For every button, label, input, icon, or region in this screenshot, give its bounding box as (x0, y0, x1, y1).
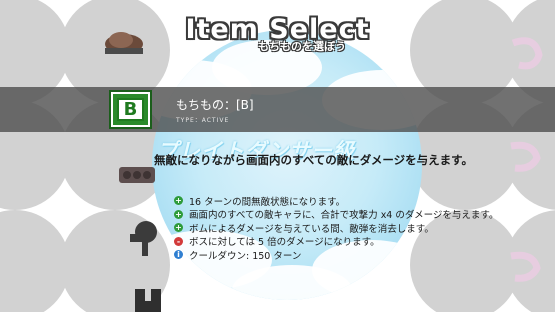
item-description: 無敵になりながら画面内のすべての敵にダメージを与えます。 (154, 153, 474, 167)
effect-text: クールダウン: 150 ターン (189, 250, 302, 262)
item-label-line: もちもの：[B] (176, 98, 254, 112)
effect-item: + 画面内のすべての敵キャラに、合計で攻撃力 x4 のダメージを与えます。 (174, 208, 499, 222)
minus-icon: - (174, 236, 183, 246)
item-type-line: TYPE：ACTIVE (176, 117, 230, 124)
effect-text: ボスに対しては 5 倍のダメージになります。 (189, 237, 380, 249)
effect-item: i クールダウン: 150 ターン (174, 248, 498, 262)
effect-item: +16 ターンの間無敵状態になります。 (174, 194, 498, 208)
dark-tower-sprite-icon (135, 289, 161, 312)
plus-icon: + (174, 223, 183, 233)
item-info-band (0, 87, 555, 132)
grade-badge-letter: B (117, 98, 144, 121)
pink-swirl-icon (510, 141, 541, 172)
effect-text: 画面内のすべての敵キャラに、合計で攻撃力 x4 のダメージを与えます。 (189, 210, 499, 222)
info-icon: i (174, 250, 183, 260)
plus-icon: + (174, 209, 183, 219)
grade-badge: B (109, 90, 152, 129)
screen-subtitle: もちものを選ぼう (258, 40, 346, 53)
item-select-screen: Item Select もちものを選ぼう B もちもの：[B] TYPE：ACT… (0, 0, 555, 312)
dark-creature-sprite-icon (130, 221, 157, 256)
effect-item: + ボムによるダメージを与えている間、敵弾を消去します。 (174, 221, 498, 235)
effect-item: - ボスに対しては 5 倍のダメージになります。 (174, 235, 498, 249)
plus-icon: + (174, 196, 183, 206)
stone-block-sprite-icon (119, 167, 155, 183)
effects-list: +16 ターンの間無敵状態になります。 + 画面内のすべての敵キャラに、合計で攻撃力… (174, 194, 498, 262)
pink-swirl-icon (510, 251, 541, 282)
effect-text: ボムによるダメージを与えている間、敵弾を消去します。 (189, 223, 434, 235)
effect-text: 16 ターンの間無敵状態になります。 (189, 196, 346, 208)
